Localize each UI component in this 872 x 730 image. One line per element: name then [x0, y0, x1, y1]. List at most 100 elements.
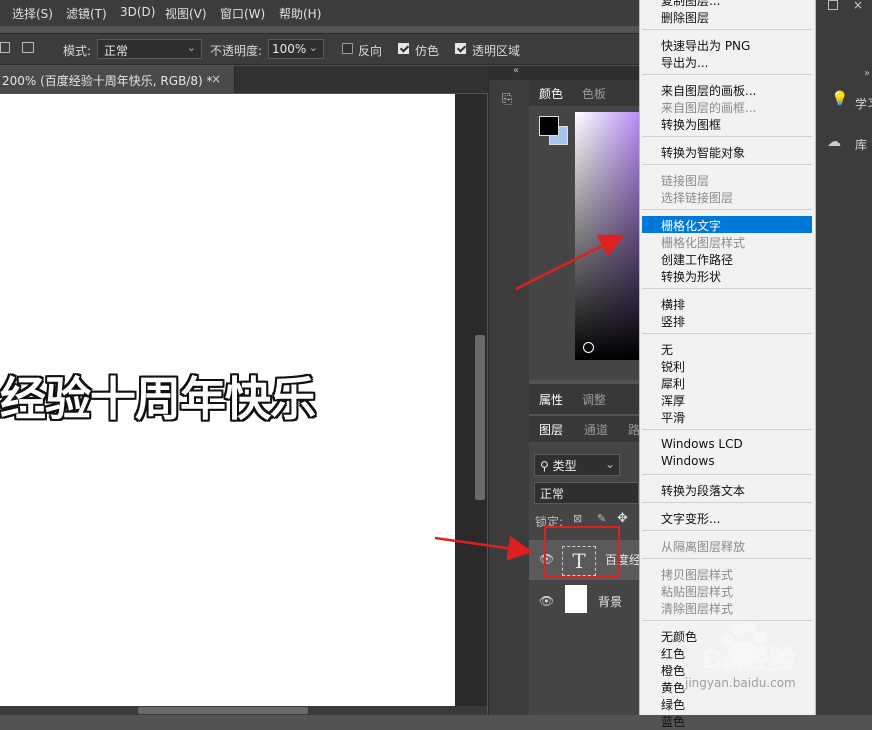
context-menu-item[interactable]: 转换为图框 [661, 116, 721, 133]
background-layer-thumbnail [565, 585, 587, 613]
menu-separator [642, 429, 812, 430]
mode-icon-b[interactable] [22, 42, 34, 53]
layer-row-background[interactable]: 👁 背景 [529, 582, 639, 622]
horizontal-scrollbar[interactable] [138, 707, 308, 714]
blend-mode-value: 正常 [540, 487, 565, 501]
document-title: 200% (百度经验十周年快乐, RGB/8) * [2, 74, 213, 88]
close-icon[interactable]: × [853, 0, 863, 12]
context-menu-item[interactable]: 来自图层的画板... [661, 82, 756, 99]
transparency-label: 透明区域 [472, 44, 521, 58]
panel-icon-column: ⎘ [488, 80, 529, 715]
tab-layers[interactable]: 图层 [539, 421, 563, 438]
tab-adjustments[interactable]: 调整 [582, 391, 606, 408]
context-menu-item[interactable]: 平滑 [661, 409, 685, 426]
context-menu-item[interactable]: 删除图层 [661, 9, 709, 26]
menu-separator [642, 474, 812, 475]
context-menu-item[interactable]: 锐利 [661, 358, 685, 375]
context-menu-item[interactable]: Windows [661, 454, 715, 468]
menu-select[interactable]: 选择(S) [12, 5, 53, 22]
context-menu-item: 来自图层的画框... [661, 101, 757, 115]
blend-mode-select[interactable]: 正常 [534, 482, 639, 504]
transparency-checkbox[interactable] [455, 43, 466, 54]
mode-icon-a[interactable] [0, 42, 10, 53]
dock-learn[interactable]: 学习 [855, 95, 872, 112]
tab-properties[interactable]: 属性 [539, 391, 563, 408]
context-menu-item[interactable]: 转换为形状 [661, 268, 721, 285]
menu-separator [642, 502, 812, 503]
menu-separator [642, 164, 812, 165]
menu-separator [642, 136, 812, 137]
context-menu-item[interactable]: 无 [661, 341, 673, 358]
color-picker-cursor[interactable] [583, 342, 594, 353]
context-menu-item[interactable]: 快速导出为 PNG [661, 37, 750, 54]
tab-channels[interactable]: 通道 [584, 421, 608, 438]
reverse-label: 反向 [358, 44, 383, 58]
context-menu-item[interactable]: 复制图层... [661, 0, 720, 9]
tab-strip [235, 66, 488, 93]
context-menu: 复制图层... 删除图层快速导出为 PNG 导出为... 来自图层的画板... 来自图层… [639, 0, 816, 729]
menu-separator [642, 29, 812, 30]
context-menu-item: 清除图层样式 [661, 602, 734, 616]
layer-filter-select[interactable]: ⚲ 类型 ⌄ [534, 454, 620, 476]
layer-filter-value: 类型 [552, 459, 577, 473]
right-dock: × » 💡 学习 ☁ 库 [814, 0, 872, 715]
context-menu-item[interactable]: 转换为段落文本 [661, 482, 745, 499]
chevron-down-icon: ⌄ [186, 41, 196, 54]
collapse-right-icon[interactable]: » [864, 68, 870, 79]
context-menu-item[interactable]: 文字变形... [661, 510, 720, 527]
menu-help[interactable]: 帮助(H) [279, 5, 321, 22]
color-panel-tabs: 颜色 色板 [529, 80, 639, 106]
lock-transparent-icon[interactable]: ⊠ [573, 512, 582, 525]
menu-separator [642, 74, 812, 75]
vertical-scrollbar[interactable] [475, 335, 485, 500]
context-menu-item[interactable]: 橙色 [661, 662, 685, 679]
context-menu-item[interactable]: Windows LCD [661, 437, 743, 451]
context-menu-item[interactable]: 创建工作路径 [661, 251, 733, 268]
context-menu-item[interactable]: 无颜色 [661, 628, 697, 645]
context-menu-item[interactable]: 栅格化文字 [661, 217, 721, 234]
opacity-input[interactable]: 100% ⌄ [268, 39, 324, 59]
canvas-text-layer[interactable]: 经验十周年快乐 [0, 363, 316, 429]
menu-separator [642, 530, 812, 531]
opacity-value: 100% [272, 42, 307, 56]
context-menu-item: 选择链接图层 [661, 191, 734, 205]
context-menu-item[interactable]: 黄色 [661, 679, 685, 696]
menu-3d[interactable]: 3D(D) [120, 5, 155, 19]
color-picker-field[interactable] [575, 112, 639, 360]
context-menu-item[interactable]: 犀利 [661, 375, 685, 392]
document-tab[interactable]: 200% (百度经验十周年快乐, RGB/8) * × [0, 66, 235, 93]
context-menu-item[interactable]: 竖排 [661, 313, 685, 330]
menu-window[interactable]: 窗口(W) [220, 5, 265, 22]
context-menu-item[interactable]: 浑厚 [661, 392, 685, 409]
restore-icon[interactable] [828, 0, 838, 10]
context-menu-item[interactable]: 导出为... [661, 54, 708, 71]
menu-filter[interactable]: 滤镜(T) [66, 5, 107, 22]
menu-view[interactable]: 视图(V) [165, 5, 207, 22]
chevron-down-icon: ⌄ [308, 41, 318, 54]
close-icon[interactable]: × [211, 72, 221, 86]
layers-panel-tabs: 图层 通道 路 [529, 416, 640, 442]
context-menu-item[interactable]: 绿色 [661, 696, 685, 713]
lightbulb-icon: 💡 [831, 91, 849, 107]
lock-pixels-icon[interactable]: ✎ [597, 512, 606, 525]
context-menu-item[interactable]: 横排 [661, 296, 685, 313]
menu-separator [642, 288, 812, 289]
menu-separator [642, 558, 812, 559]
chevron-down-icon: ⌄ [604, 457, 615, 471]
visibility-eye-icon[interactable]: 👁 [539, 594, 554, 608]
lock-move-icon[interactable]: ✥ [617, 511, 628, 526]
context-menu-item[interactable]: 红色 [661, 645, 685, 662]
reverse-checkbox[interactable] [342, 43, 353, 54]
foreground-color-swatch[interactable] [539, 116, 559, 136]
search-icon: ⚲ [540, 459, 549, 473]
collapse-left-icon[interactable]: « [513, 65, 519, 76]
context-menu-item[interactable]: 蓝色 [661, 713, 685, 730]
context-menu-item: 栅格化图层样式 [661, 236, 746, 250]
tab-color[interactable]: 颜色 [539, 85, 563, 102]
dock-libraries[interactable]: 库 [855, 136, 867, 153]
history-icon[interactable]: ⎘ [502, 92, 512, 107]
mode-select[interactable]: 正常 ⌄ [97, 39, 202, 59]
tab-swatches[interactable]: 色板 [582, 85, 606, 102]
context-menu-item[interactable]: 转换为智能对象 [661, 144, 745, 161]
dither-checkbox[interactable] [398, 43, 409, 54]
